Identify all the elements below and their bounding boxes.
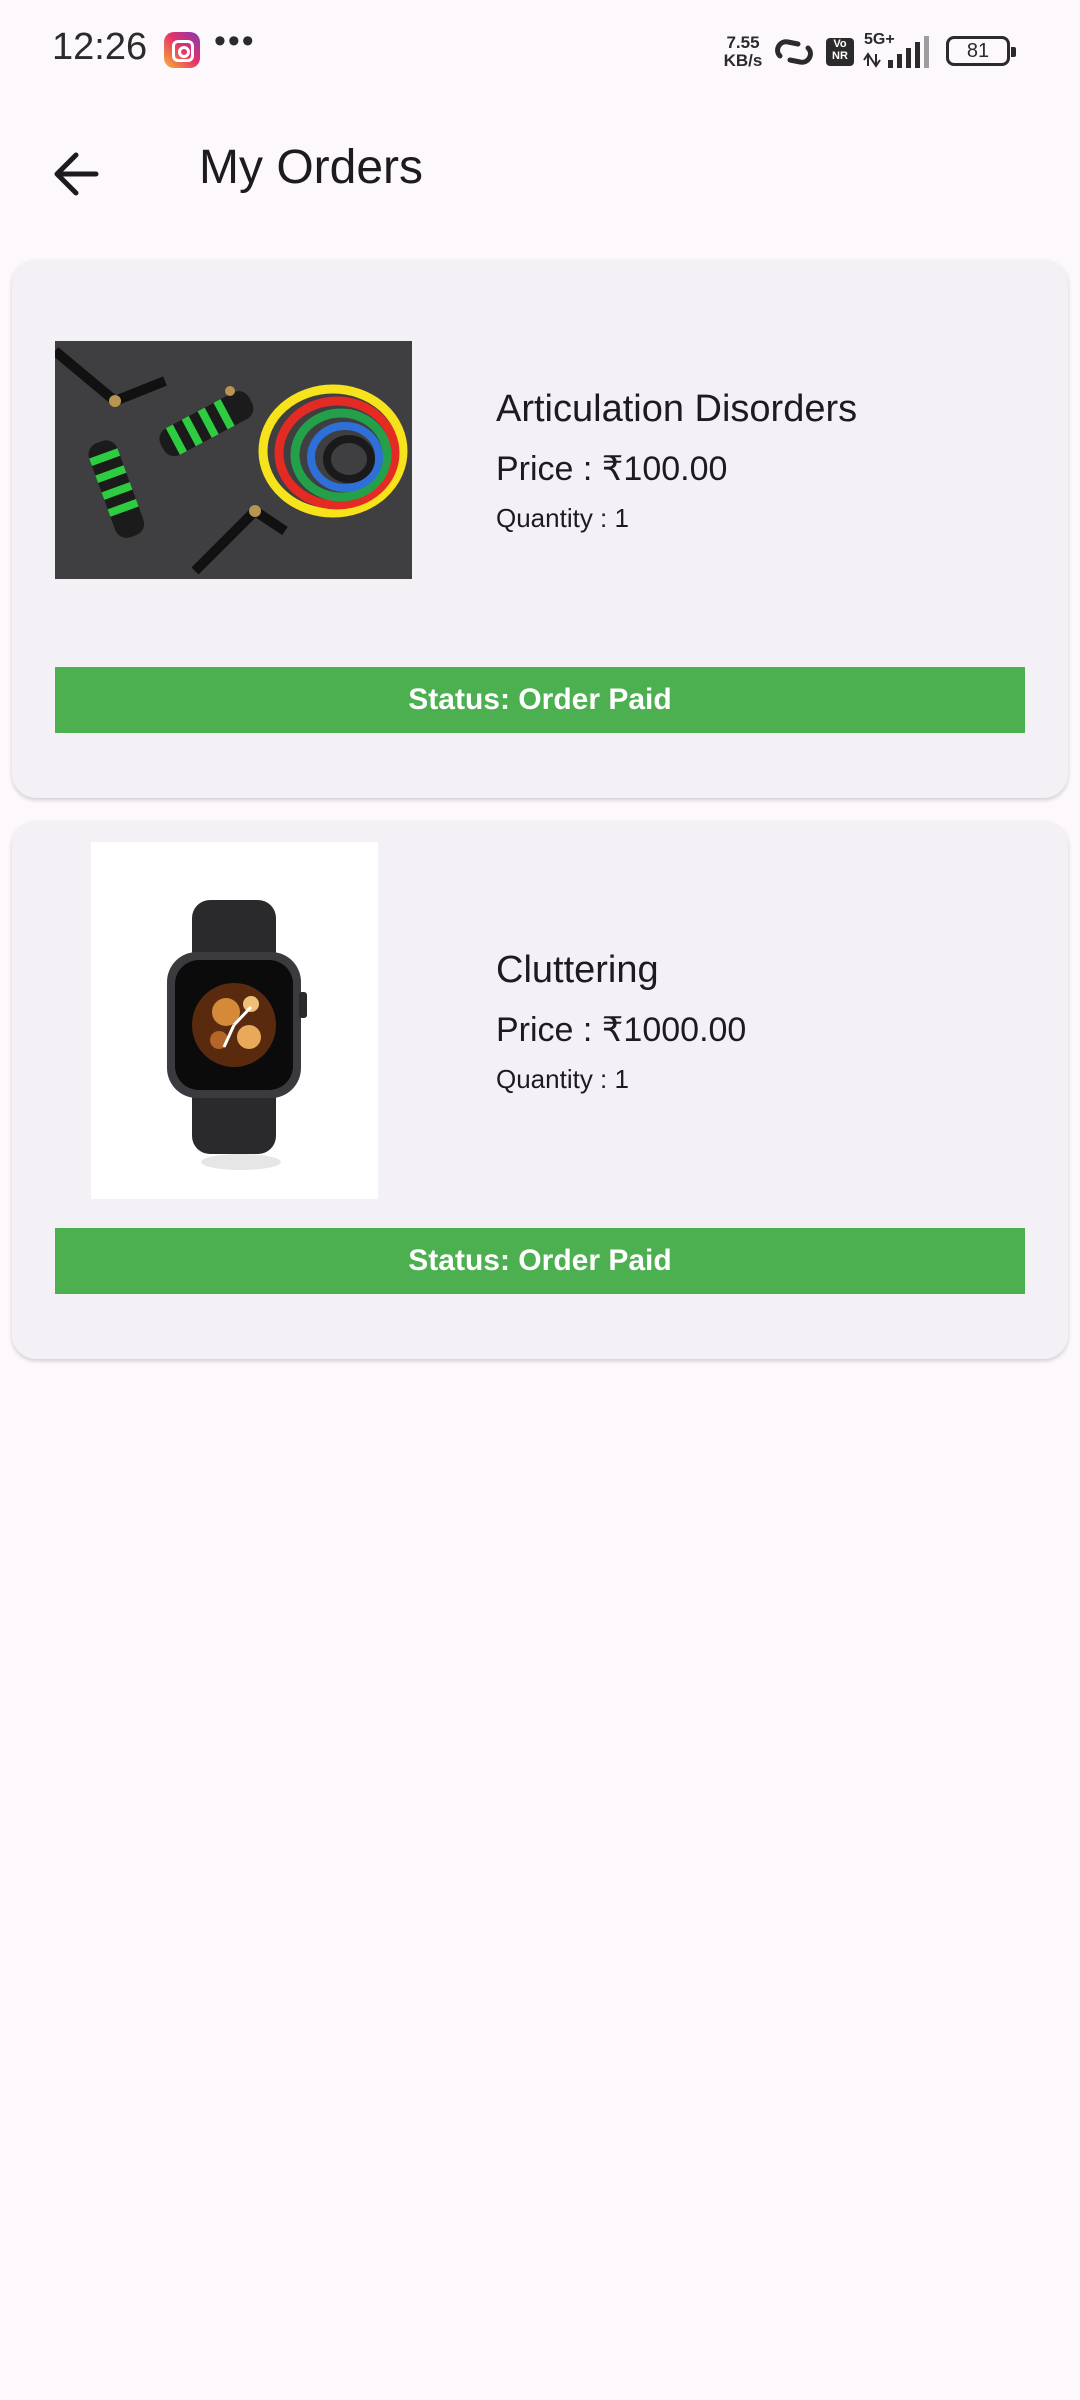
instagram-icon [164,32,200,68]
product-quantity: Quantity : 1 [496,503,629,533]
network-speed-unit: KB/s [723,51,763,70]
status-button[interactable]: Status: Order Paid [55,1228,1025,1294]
signal-5g-icon: 5G+ [863,31,929,68]
network-speed: 7.55 KB/s [718,34,768,70]
order-card[interactable]: Cluttering Price : ₹1000.00 Quantity : 1… [12,821,1068,1359]
order-info: Articulation Disorders Price : ₹100.00 Q… [496,388,857,534]
network-speed-value: 7.55 [726,33,760,52]
product-price: Price : ₹1000.00 [496,1011,747,1049]
smartwatch-image [91,842,378,1199]
page-title: My Orders [199,141,424,194]
clock: 12:26 [52,26,148,68]
resistance-bands-image [55,341,412,579]
volte-icon: Vo NR [826,38,854,66]
arrow-back-icon [54,152,99,196]
order-card[interactable]: Articulation Disorders Price : ₹100.00 Q… [12,260,1068,798]
order-image [55,341,412,579]
battery-icon: 81 [946,36,1016,66]
product-price: Price : ₹100.00 [496,450,728,488]
product-name: Articulation Disorders [496,388,858,430]
product-quantity: Quantity : 1 [496,1064,629,1094]
hotspot-link-icon [775,39,813,65]
svg-text:5G+: 5G+ [864,31,895,48]
status-button[interactable]: Status: Order Paid [55,667,1025,733]
order-image [91,842,378,1199]
back-button[interactable] [40,136,116,212]
app-bar: My Orders [0,100,1080,240]
order-info: Cluttering Price : ₹1000.00 Quantity : 1 [496,949,746,1095]
status-bar: 12:26 ••• 7.55 KB/s Vo NR 5G+ 81 [0,0,1080,100]
product-name: Cluttering [496,949,659,991]
more-notifications-icon: ••• [214,22,256,60]
